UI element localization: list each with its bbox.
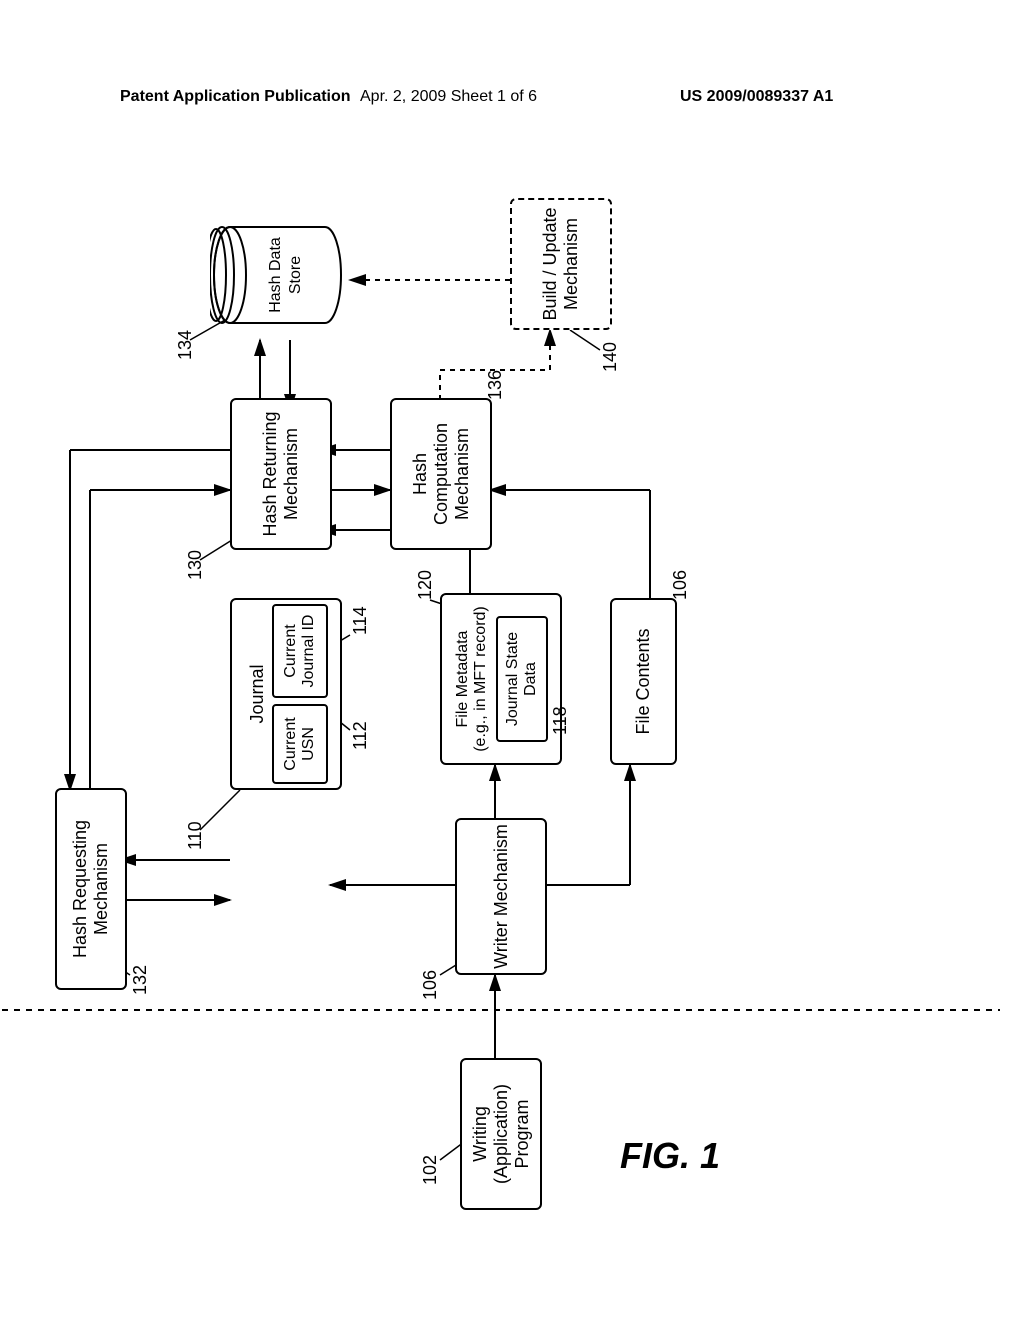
svg-text:Store: Store — [287, 256, 304, 294]
hash-requesting-box: Hash Requesting Mechanism — [55, 788, 127, 990]
current-journal-id-box: Current Journal ID — [272, 604, 328, 698]
header-center: Apr. 2, 2009 Sheet 1 of 6 — [360, 88, 537, 106]
journal-title: Journal — [245, 604, 268, 784]
hash-data-store-cylinder: Hash Data Store — [210, 220, 350, 330]
ref-118: 118 — [550, 706, 571, 735]
header-left: Patent Application Publication — [120, 88, 351, 106]
ref-130: 130 — [185, 550, 206, 580]
file-contents-box: File Contents — [610, 598, 677, 765]
diagram-canvas: Writing (Application) Program 102 Hash R… — [0, 270, 1024, 1130]
ref-106a: 106 — [420, 970, 441, 1000]
current-usn-box: Current USN — [272, 704, 328, 784]
journal-state-data-box: Journal State Data — [496, 616, 548, 742]
writer-mechanism-box: Writer Mechanism — [455, 818, 547, 975]
ref-112: 112 — [350, 721, 371, 750]
hash-computation-box: Hash Computation Mechanism — [390, 398, 492, 550]
file-metadata-title: File Metadata (e.g., in MFT record) — [454, 606, 489, 752]
ref-140: 140 — [600, 342, 621, 372]
ref-136: 136 — [485, 370, 506, 400]
figure-label: FIG. 1 — [620, 1135, 720, 1177]
ref-110: 110 — [185, 821, 206, 850]
hash-returning-box: Hash Returning Mechanism — [230, 398, 332, 550]
svg-text:Hash Data: Hash Data — [267, 237, 284, 313]
writing-application-box: Writing (Application) Program — [460, 1058, 542, 1210]
ref-106b: 106 — [670, 570, 691, 600]
ref-120: 120 — [415, 570, 436, 600]
header-right: US 2009/0089337 A1 — [680, 88, 833, 106]
ref-114: 114 — [350, 606, 371, 635]
ref-102: 102 — [420, 1155, 441, 1185]
ref-132: 132 — [130, 965, 151, 995]
ref-134: 134 — [175, 330, 196, 360]
build-update-box: Build / Update Mechanism — [510, 198, 612, 330]
journal-box: Journal Current USN Current Journal ID — [230, 598, 342, 790]
file-metadata-box: File Metadata (e.g., in MFT record) Jour… — [440, 593, 562, 765]
